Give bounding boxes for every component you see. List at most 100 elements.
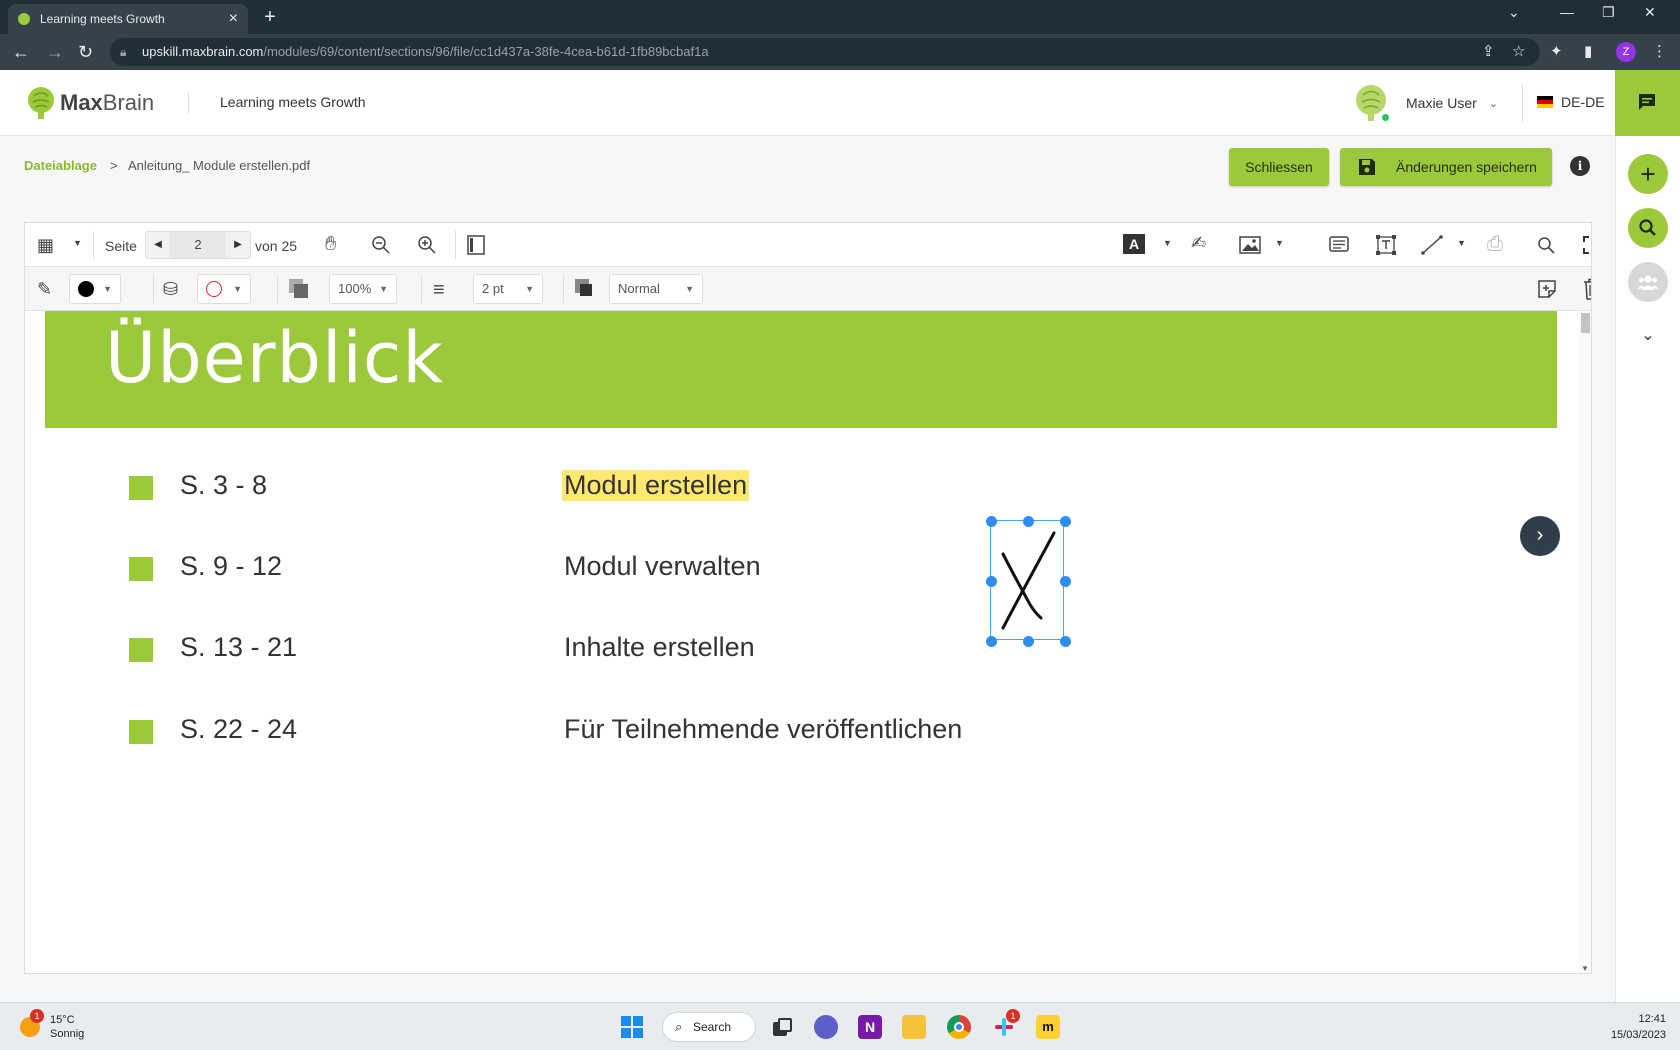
windows-taskbar: 1 15°C Sonnig ⌕ Search N 1 m 12:41 15/03…: [0, 1002, 1680, 1050]
tab-title: Learning meets Growth: [40, 12, 165, 26]
app-header: MaxBrain Learning meets Growth Maxie Use…: [0, 70, 1615, 136]
blend-mode-select[interactable]: Normal ▼: [609, 274, 703, 304]
zoom-out-icon[interactable]: [371, 235, 391, 255]
maxbrain-logo[interactable]: MaxBrain: [26, 86, 154, 120]
black-color-swatch-icon: [78, 281, 94, 297]
page-range: S. 9 - 12: [180, 551, 283, 581]
fill-color-select[interactable]: ▼: [197, 274, 251, 304]
new-tab-button[interactable]: +: [258, 6, 282, 30]
participants-button[interactable]: [1628, 262, 1668, 302]
image-icon[interactable]: [1239, 235, 1261, 255]
vertical-scrollbar[interactable]: ▼: [1579, 311, 1591, 973]
zoom-in-icon[interactable]: [417, 235, 437, 255]
signature-icon[interactable]: ✍︎: [1191, 233, 1206, 254]
profile-avatar[interactable]: Z: [1616, 42, 1636, 62]
save-changes-label: Änderungen speichern: [1396, 159, 1537, 175]
delete-trash-icon[interactable]: [1583, 278, 1592, 300]
image-dropdown-icon[interactable]: ▼: [1275, 238, 1284, 248]
scroll-down-arrow-icon[interactable]: ▼: [1581, 964, 1589, 973]
taskbar-search[interactable]: ⌕ Search: [662, 1012, 756, 1042]
text-annotation-dropdown-icon[interactable]: ▼: [1163, 238, 1172, 248]
annotation-style-toolbar: ✎ ▼ ⛁ ▼ 100% ▼ ≡ 2 pt ▼ Normal ▼: [25, 267, 1592, 311]
toolbar-divider: [93, 231, 94, 259]
add-button[interactable]: +: [1628, 154, 1668, 194]
style-brush-icon[interactable]: ✎: [37, 279, 52, 300]
stroke-color-select[interactable]: ▼: [69, 274, 121, 304]
reload-icon[interactable]: ↻: [78, 41, 93, 63]
close-button[interactable]: Schliessen: [1229, 148, 1329, 186]
stroke-width-value: 2 pt: [482, 281, 504, 296]
thumbnails-grid-icon[interactable]: ▦: [37, 235, 54, 256]
resize-handle[interactable]: [1059, 575, 1071, 587]
page-number-input[interactable]: 2: [170, 232, 226, 258]
expand-sidebar-button[interactable]: ⌄: [1628, 316, 1668, 356]
search-button[interactable]: [1628, 208, 1668, 248]
user-menu[interactable]: Maxie User ⌄: [1354, 84, 1498, 122]
scrollbar-thumb[interactable]: [1581, 313, 1590, 333]
line-tool-icon[interactable]: [1421, 235, 1443, 255]
side-panel-icon[interactable]: ▮: [1584, 42, 1592, 60]
stroke-width-select[interactable]: 2 pt ▼: [473, 274, 543, 304]
browser-tab[interactable]: Learning meets Growth ×: [8, 4, 248, 34]
minimize-icon[interactable]: —: [1560, 4, 1574, 20]
chat-button[interactable]: [1615, 70, 1680, 136]
miro-icon[interactable]: m: [1036, 1015, 1060, 1039]
fit-page-icon[interactable]: [465, 234, 487, 256]
document-search-icon[interactable]: [1537, 236, 1555, 254]
tab-search-icon[interactable]: ⌄: [1508, 4, 1520, 21]
pan-hand-icon[interactable]: ✋︎: [325, 233, 336, 256]
brand-name: MaxBrain: [60, 90, 155, 115]
restore-icon[interactable]: ❐: [1602, 4, 1615, 21]
bullet-square-icon: [129, 720, 153, 744]
resize-handle[interactable]: [985, 635, 997, 647]
teams-chat-icon[interactable]: [814, 1015, 838, 1039]
slack-icon[interactable]: 1: [992, 1009, 1020, 1039]
resize-handle[interactable]: [1059, 515, 1071, 527]
save-changes-button[interactable]: Änderungen speichern: [1340, 148, 1552, 186]
resize-handle[interactable]: [985, 515, 997, 527]
system-clock[interactable]: 12:41 15/03/2023: [1596, 1011, 1666, 1043]
task-view-icon[interactable]: [770, 1015, 794, 1039]
info-icon[interactable]: i: [1570, 156, 1590, 176]
share-icon[interactable]: ⇪: [1482, 42, 1495, 60]
breadcrumb-root-link[interactable]: Dateiablage: [24, 158, 97, 173]
onenote-icon[interactable]: N: [858, 1015, 882, 1039]
text-annotation-icon[interactable]: A: [1123, 234, 1145, 254]
topic-text-highlighted[interactable]: Modul erstellen: [562, 470, 750, 501]
line-tool-dropdown-icon[interactable]: ▼: [1457, 238, 1466, 248]
fill-bucket-icon[interactable]: ⛁: [163, 279, 178, 300]
fullscreen-icon[interactable]: [1583, 236, 1592, 254]
address-field[interactable]: 🔒︎ upskill.maxbrain.com/modules/69/conte…: [110, 38, 1540, 66]
weather-widget[interactable]: 1 15°C Sonnig: [20, 1009, 84, 1041]
language-selector[interactable]: DE-DE: [1537, 94, 1605, 110]
toolbar-divider: [455, 231, 456, 259]
print-icon[interactable]: ⎙: [1487, 233, 1503, 256]
resize-handle[interactable]: [1022, 635, 1034, 647]
previous-page-icon[interactable]: ◀: [146, 232, 170, 258]
next-page-button[interactable]: ›: [1520, 516, 1560, 556]
chevron-down-icon: ▼: [525, 284, 534, 294]
resize-handle[interactable]: [1059, 635, 1071, 647]
back-icon[interactable]: ←: [12, 41, 30, 63]
resize-handle[interactable]: [985, 575, 997, 587]
next-page-icon[interactable]: ▶: [226, 232, 250, 258]
chrome-icon[interactable]: [947, 1015, 971, 1039]
extensions-puzzle-icon[interactable]: ✦: [1550, 42, 1563, 60]
browser-menu-icon[interactable]: ⋮: [1652, 42, 1667, 60]
start-windows-icon[interactable]: [620, 1015, 644, 1039]
opacity-select[interactable]: 100% ▼: [329, 274, 397, 304]
close-window-icon[interactable]: ✕: [1644, 4, 1656, 21]
chevron-down-icon: ▼: [103, 284, 112, 294]
forward-icon[interactable]: →: [46, 41, 64, 63]
freehand-annotation[interactable]: [985, 515, 1071, 647]
bookmark-star-icon[interactable]: ☆: [1512, 42, 1525, 60]
pdf-page[interactable]: Überblick S. 3 - 8 Modul erstellen S. 9 …: [45, 311, 1557, 973]
thumbnails-dropdown-icon[interactable]: ▼: [73, 238, 82, 248]
sticky-note-add-icon[interactable]: [1537, 279, 1557, 299]
file-explorer-icon[interactable]: [902, 1015, 926, 1039]
user-name: Maxie User: [1406, 95, 1477, 111]
note-icon[interactable]: [1329, 235, 1349, 255]
text-box-icon[interactable]: [1375, 234, 1397, 256]
resize-handle[interactable]: [1022, 515, 1034, 527]
close-tab-icon[interactable]: ×: [229, 10, 238, 28]
